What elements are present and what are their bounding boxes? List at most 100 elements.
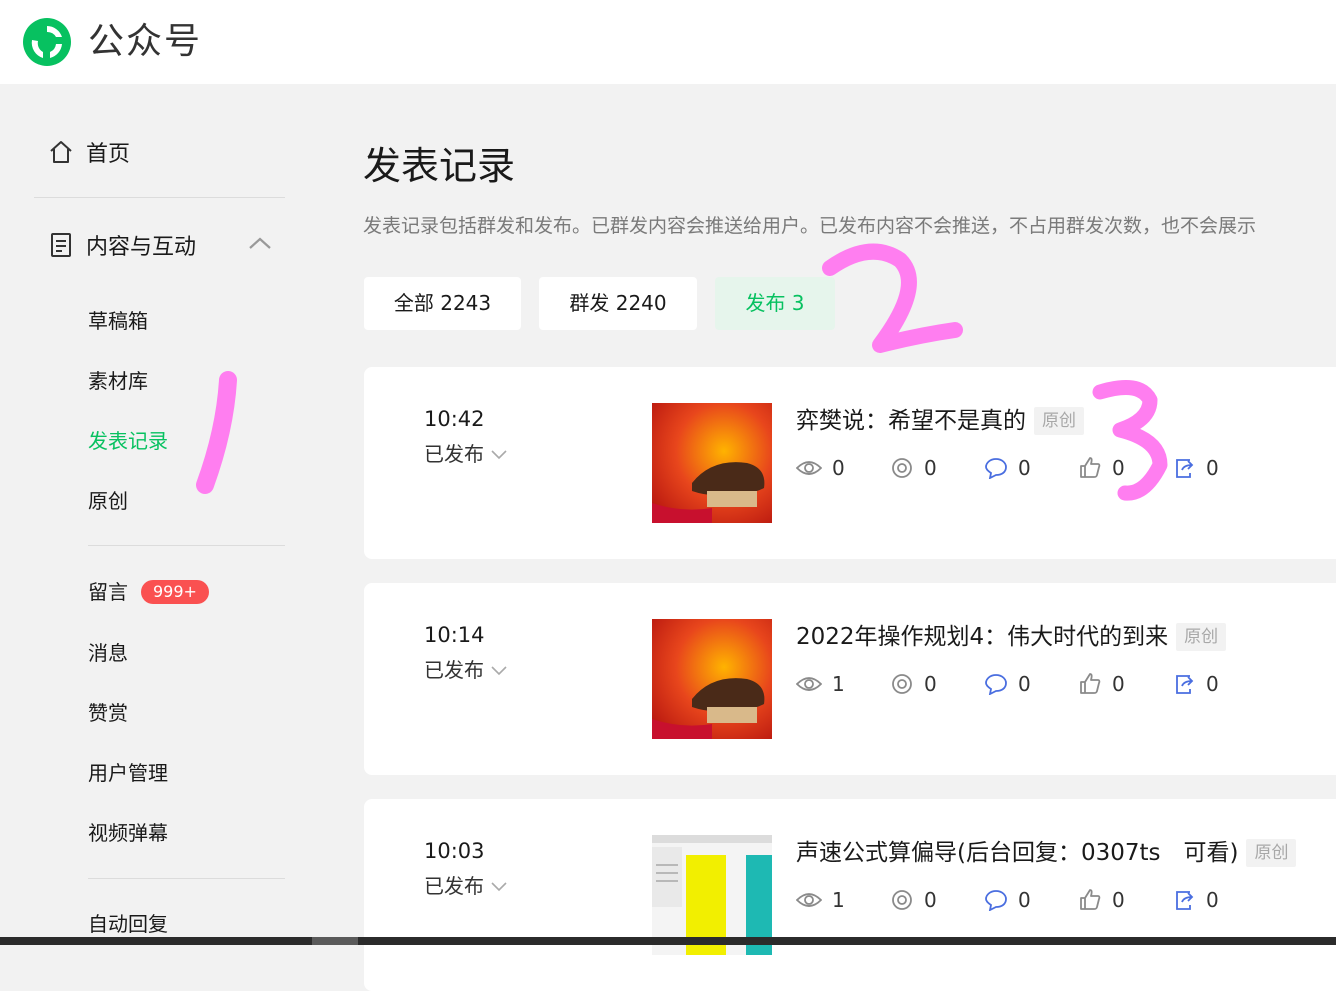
horizontal-scrollbar[interactable] — [0, 937, 1336, 945]
comment-icon — [985, 890, 1007, 911]
record-status-label: 已发布 — [424, 874, 484, 898]
share-circle-stat: 0 — [890, 453, 937, 483]
forwards-stat: 0 — [1172, 885, 1219, 915]
sidebar-item-publish-records[interactable]: 发表记录 — [88, 427, 168, 455]
views-count: 1 — [832, 672, 845, 696]
sidebar-item-comments[interactable]: 留言 — [88, 578, 128, 606]
share-circle-count: 0 — [924, 456, 937, 480]
sidebar-item-messages[interactable]: 消息 — [88, 639, 128, 667]
views-stat: 1 — [796, 885, 845, 915]
forward-icon — [1176, 459, 1194, 478]
home-icon — [50, 141, 72, 163]
forward-icon — [1176, 891, 1194, 910]
share-circle-icon — [892, 674, 912, 694]
thumbs-up-icon — [1080, 457, 1101, 478]
chevron-up-icon[interactable] — [248, 235, 272, 251]
eye-icon — [796, 677, 822, 691]
record-status[interactable]: 已发布 — [424, 872, 508, 900]
nav-content-label: 内容与互动 — [86, 235, 197, 260]
comments-count: 0 — [1018, 456, 1031, 480]
record-time: 10:42 — [424, 407, 485, 431]
divider — [88, 878, 285, 879]
chevron-down-icon[interactable] — [490, 448, 508, 460]
record-time: 10:03 — [424, 839, 485, 863]
divider — [88, 545, 285, 546]
tab-mass-send[interactable]: 群发 2240 — [539, 277, 697, 330]
original-tag: 原创 — [1034, 407, 1084, 435]
article-title[interactable]: 2022年操作规划4：伟大时代的到来 原创 — [796, 621, 1227, 653]
tab-publish[interactable]: 发布 3 — [715, 277, 835, 330]
comment-count-badge: 999+ — [141, 580, 209, 604]
share-circle-icon — [892, 458, 912, 478]
record-card[interactable]: 10:14 已发布 2022年操作规划4：伟大时代的到来 原创 1 0 0 0 … — [364, 583, 1336, 775]
share-circle-stat: 0 — [890, 885, 937, 915]
likes-count: 0 — [1112, 888, 1125, 912]
article-title-text: 声速公式算偏导(后台回复：0307ts 可看) — [796, 840, 1239, 866]
comments-stat: 0 — [984, 453, 1031, 483]
article-thumbnail[interactable] — [652, 619, 772, 739]
sidebar-item-drafts[interactable]: 草稿箱 — [88, 307, 148, 335]
share-circle-count: 0 — [924, 672, 937, 696]
likes-count: 0 — [1112, 672, 1125, 696]
nav-home-label: 首页 — [86, 142, 131, 167]
eye-icon — [796, 461, 822, 475]
views-count: 0 — [832, 456, 845, 480]
original-tag: 原创 — [1246, 839, 1297, 867]
likes-count: 0 — [1112, 456, 1125, 480]
forwards-count: 0 — [1206, 672, 1219, 696]
top-bar: 公众号 — [0, 0, 1336, 84]
sidebar-item-video-danmaku[interactable]: 视频弹幕 — [88, 819, 168, 847]
page-description: 发表记录包括群发和发布。已群发内容会推送给用户。已发布内容不会推送，不占用群发次… — [363, 215, 1257, 237]
divider — [34, 197, 285, 198]
original-tag: 原创 — [1176, 623, 1227, 651]
logo-icon[interactable] — [22, 17, 72, 67]
forwards-count: 0 — [1206, 888, 1219, 912]
record-card[interactable]: 10:42 已发布 弈樊说：希望不是真的 原创 0 0 0 0 0 — [364, 367, 1336, 559]
article-title[interactable]: 弈樊说：希望不是真的 原创 — [796, 405, 1084, 437]
chevron-down-icon[interactable] — [490, 880, 508, 892]
views-count: 1 — [832, 888, 845, 912]
sidebar-item-rewards[interactable]: 赞赏 — [88, 699, 128, 727]
comments-stat: 0 — [984, 885, 1031, 915]
comment-icon — [985, 458, 1007, 479]
document-icon — [51, 233, 71, 257]
scrollbar-thumb[interactable] — [312, 937, 358, 945]
sidebar-item-user-management[interactable]: 用户管理 — [88, 759, 168, 787]
comments-stat: 0 — [984, 669, 1031, 699]
sidebar-item-auto-reply[interactable]: 自动回复 — [88, 910, 168, 938]
record-status-label: 已发布 — [424, 442, 484, 466]
share-circle-count: 0 — [924, 888, 937, 912]
likes-stat: 0 — [1078, 669, 1125, 699]
record-card[interactable]: 10:03 已发布 声速公式算偏导(后台回复：0307ts 可看) 原创 1 0 — [364, 799, 1336, 991]
sidebar-item-materials[interactable]: 素材库 — [88, 367, 148, 395]
app-title: 公众号 — [88, 21, 203, 62]
comment-icon — [985, 674, 1007, 695]
article-title-text: 弈樊说：希望不是真的 — [796, 408, 1026, 434]
forwards-count: 0 — [1206, 456, 1219, 480]
record-status[interactable]: 已发布 — [424, 656, 508, 684]
likes-stat: 0 — [1078, 453, 1125, 483]
page-title: 发表记录 — [363, 144, 516, 188]
forwards-stat: 0 — [1172, 669, 1219, 699]
views-stat: 0 — [796, 453, 845, 483]
record-time: 10:14 — [424, 623, 485, 647]
comments-count: 0 — [1018, 672, 1031, 696]
article-title[interactable]: 声速公式算偏导(后台回复：0307ts 可看) 原创 — [796, 837, 1297, 869]
record-status[interactable]: 已发布 — [424, 440, 508, 468]
likes-stat: 0 — [1078, 885, 1125, 915]
thumbs-up-icon — [1080, 673, 1101, 694]
views-stat: 1 — [796, 669, 845, 699]
comments-count: 0 — [1018, 888, 1031, 912]
article-thumbnail[interactable] — [652, 403, 772, 523]
record-status-label: 已发布 — [424, 658, 484, 682]
sidebar: 首页 内容与互动 草稿箱 素材库 发表记录 原创 留言 999+ 消息 赞赏 用… — [0, 84, 325, 945]
sidebar-item-original[interactable]: 原创 — [88, 487, 128, 515]
nav-content-interaction[interactable]: 内容与互动 — [48, 229, 278, 261]
thumbs-up-icon — [1080, 889, 1101, 910]
nav-home[interactable]: 首页 — [48, 136, 130, 168]
eye-icon — [796, 893, 822, 907]
tab-all[interactable]: 全部 2243 — [364, 277, 521, 330]
forwards-stat: 0 — [1172, 453, 1219, 483]
chevron-down-icon[interactable] — [490, 664, 508, 676]
forward-icon — [1176, 675, 1194, 694]
